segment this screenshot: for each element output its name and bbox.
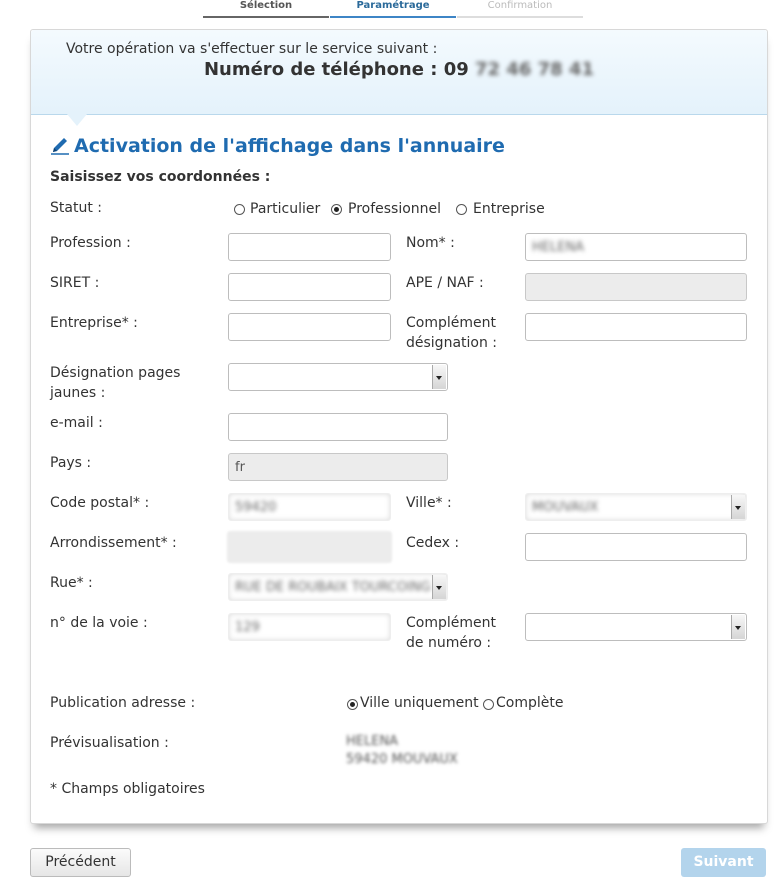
numero-voie-label: n° de la voie : xyxy=(50,615,148,631)
radio-particulier-label[interactable]: Particulier xyxy=(250,199,320,219)
radio-ville-uniquement-label[interactable]: Ville uniquement xyxy=(360,693,479,713)
radio-entreprise-label[interactable]: Entreprise xyxy=(473,199,545,219)
radio-complete-label[interactable]: Complète xyxy=(496,693,563,713)
info-box-pointer xyxy=(67,114,87,126)
service-intro: Votre opération va s'effectuer sur le se… xyxy=(66,41,438,57)
code-postal-input[interactable]: 59420 xyxy=(228,493,391,521)
rue-select[interactable]: RUE DE ROUBAIX TOURCOING xyxy=(228,573,448,601)
previous-button[interactable]: Précédent xyxy=(30,848,131,877)
arrondissement-label: Arrondissement* : xyxy=(50,535,177,551)
rue-label: Rue* : xyxy=(50,575,93,591)
step-confirmation: Confirmation xyxy=(487,0,553,11)
siret-input[interactable] xyxy=(228,273,391,301)
profession-input[interactable] xyxy=(228,233,391,261)
step-parametrage: Paramétrage xyxy=(356,0,430,11)
numero-voie-input[interactable]: 129 xyxy=(228,613,391,641)
form-title-text: Activation de l'affichage dans l'annuair… xyxy=(74,135,505,157)
nom-label: Nom* : xyxy=(406,235,455,251)
step-line-parametrage xyxy=(330,16,456,18)
chevron-down-icon xyxy=(731,495,745,519)
cedex-label: Cedex : xyxy=(406,535,460,551)
complement-designation-input[interactable] xyxy=(525,313,747,341)
progress-stepper: Sélection Paramétrage Confirmation xyxy=(203,0,583,20)
profession-label: Profession : xyxy=(50,235,131,251)
nom-input[interactable]: HELENA xyxy=(525,233,747,261)
phone-number-masked: 72 46 78 41 xyxy=(475,59,595,80)
pays-input: fr xyxy=(228,453,448,481)
entreprise-label: Entreprise* : xyxy=(50,315,138,331)
address-preview: HELENA 59420 MOUVAUX xyxy=(346,733,458,769)
form-panel: Votre opération va s'effectuer sur le se… xyxy=(30,29,768,824)
preview-line-1: HELENA xyxy=(346,734,399,749)
entreprise-input[interactable] xyxy=(228,313,391,341)
pencil-icon xyxy=(51,138,69,155)
service-info-box: Votre opération va s'effectuer sur le se… xyxy=(31,30,767,115)
next-button[interactable]: Suivant xyxy=(681,848,766,877)
step-selection: Sélection xyxy=(239,0,293,11)
pays-label: Pays : xyxy=(50,455,92,471)
chevron-down-icon xyxy=(432,575,446,599)
ville-label: Ville* : xyxy=(406,495,452,511)
phone-label: Numéro de téléphone : 09 xyxy=(203,59,469,80)
form-subtitle: Saisissez vos coordonnées : xyxy=(50,169,271,185)
service-phone: Numéro de téléphone : 09 72 46 78 41 xyxy=(31,59,767,80)
radio-professionnel-label[interactable]: Professionnel xyxy=(348,199,441,219)
designation-pj-label: Désignation pages jaunes : xyxy=(50,365,181,401)
complement-designation-label: Complément désignation : xyxy=(406,315,498,351)
chevron-down-icon xyxy=(731,615,745,639)
required-note: * Champs obligatoires xyxy=(50,781,205,797)
form-title: Activation de l'affichage dans l'annuair… xyxy=(50,135,505,157)
email-label: e-mail : xyxy=(50,415,103,431)
ape-input xyxy=(525,273,747,301)
complement-numero-select[interactable] xyxy=(525,613,747,641)
complement-numero-label: Complément de numéro : xyxy=(406,615,496,651)
statut-label: Statut : xyxy=(50,200,102,216)
ape-label: APE / NAF : xyxy=(406,275,484,291)
step-line-selection xyxy=(203,16,329,18)
radio-complete[interactable] xyxy=(483,699,494,710)
radio-entreprise[interactable] xyxy=(456,204,467,215)
publication-label: Publication adresse : xyxy=(50,695,196,711)
cedex-input[interactable] xyxy=(525,533,747,561)
radio-particulier[interactable] xyxy=(234,204,245,215)
preview-line-2: 59420 MOUVAUX xyxy=(346,752,458,767)
preview-label: Prévisualisation : xyxy=(50,735,169,751)
step-line-confirmation xyxy=(457,16,583,18)
code-postal-label: Code postal* : xyxy=(50,495,150,511)
radio-professionnel[interactable] xyxy=(331,204,342,215)
arrondissement-input xyxy=(227,531,392,563)
siret-label: SIRET : xyxy=(50,275,100,291)
ville-select[interactable]: MOUVAUX xyxy=(525,493,747,521)
email-input[interactable] xyxy=(228,413,448,441)
designation-pj-select[interactable] xyxy=(228,363,448,391)
chevron-down-icon xyxy=(432,365,446,389)
radio-ville-uniquement[interactable] xyxy=(347,699,358,710)
